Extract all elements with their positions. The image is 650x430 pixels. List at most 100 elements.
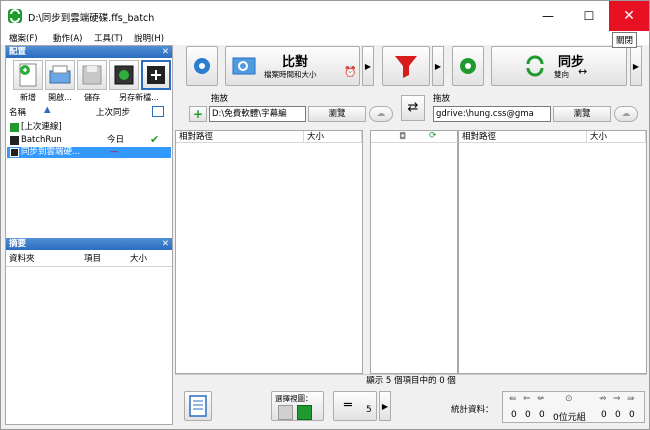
middle-action-grid[interactable]: ◘ ⟳ — [370, 130, 459, 374]
save-as-batch-selected-button[interactable] — [141, 60, 171, 90]
left-panel: 配置 ✕ 新增 開啟... 儲存 另存新檔... 名稱 ▲ 上次同步 [上次連線… — [5, 45, 173, 425]
batch-file-icon — [10, 136, 19, 145]
two-way-arrow-icon: ↔ — [578, 65, 588, 78]
clock-icon: ⏰ — [344, 67, 357, 78]
right-folder-path-input[interactable]: gdrive:\hung.css@gma — [433, 106, 551, 122]
config-row-last-sync: 今日 — [107, 135, 125, 145]
create-right-icon: ⇛ — [627, 394, 635, 404]
equals-icon: ═ — [344, 398, 352, 413]
right-browse-button[interactable]: 瀏覽 — [553, 106, 611, 122]
sync-config-icon — [10, 123, 19, 132]
save-as-batch-button[interactable] — [109, 60, 139, 90]
delete-right-icon: ⇏ — [599, 394, 607, 404]
left-drop-label: 拖放 — [211, 94, 229, 104]
save-config-label: 儲存 — [84, 93, 100, 102]
plus-icon: + — [192, 107, 204, 121]
swap-sides-button[interactable]: ⇄ — [401, 95, 425, 121]
compare-dropdown-arrow[interactable]: ▶ — [362, 46, 374, 86]
update-left-icon: ⇐ — [523, 394, 531, 404]
batch-file-icon — [10, 148, 19, 157]
compare-label: 比對 — [282, 55, 309, 70]
column-options-icon[interactable] — [152, 106, 164, 117]
view-count-dropdown-arrow[interactable]: ▶ — [379, 391, 391, 421]
status-line: 顯示 5 個項目中的 0 個 — [175, 374, 647, 386]
save-config-button[interactable] — [77, 60, 107, 90]
menu-tools[interactable]: 工具(T) — [94, 32, 123, 44]
config-panel-header: 配置 ✕ — [6, 46, 172, 58]
stats-label: 統計資料： — [451, 405, 494, 415]
cloud-icon: ☁ — [621, 109, 631, 119]
filter-button[interactable] — [382, 46, 430, 86]
view-count-button[interactable]: ═ 5 — [333, 391, 377, 421]
config-panel-title: 配置 — [9, 47, 27, 57]
stat-value: 0 — [615, 410, 621, 420]
config-row-selected[interactable]: 同步到雲端硬... — — [7, 147, 171, 158]
left-cloud-button[interactable]: ☁ — [369, 106, 393, 122]
data-icon: ⊙ — [565, 394, 573, 404]
config-row[interactable]: BatchRun 今日 ✔ — [7, 134, 171, 146]
right-file-grid[interactable]: 相對路徑 大小 — [458, 130, 647, 374]
col-items-header[interactable]: 項目 — [84, 253, 101, 265]
col-size-header[interactable]: 大小 — [130, 253, 147, 265]
window-title: D:\同步到雲端硬碟.ffs_batch — [28, 13, 155, 24]
col-name-header[interactable]: 名稱 — [9, 107, 26, 119]
sync-dropdown-arrow[interactable]: ▶ — [630, 46, 642, 86]
menu-file[interactable]: 檔案(F) — [9, 32, 38, 44]
cloud-icon: ☁ — [376, 109, 386, 119]
compare-settings-button[interactable] — [186, 46, 218, 86]
right-size-header[interactable]: 大小 — [587, 131, 646, 143]
right-cloud-button[interactable]: ☁ — [614, 106, 638, 122]
swap-icon: ⇄ — [407, 100, 419, 115]
menu-bar: 檔案(F) 動作(A) 工具(T) 說明(H) — [1, 31, 649, 45]
new-config-button[interactable] — [13, 60, 43, 90]
minimize-button[interactable]: — — [528, 1, 568, 31]
summary-divider — [6, 266, 172, 267]
app-window: D:\同步到雲端硬碟.ffs_batch — ☐ ✕ 關閉 檔案(F) 動作(A… — [0, 0, 650, 430]
close-tooltip: 關閉 — [612, 32, 638, 48]
left-rel-path-header[interactable]: 相對路徑 — [176, 131, 304, 143]
filter-dropdown-arrow[interactable]: ▶ — [432, 46, 444, 86]
maximize-button[interactable]: ☐ — [569, 1, 609, 31]
left-size-header[interactable]: 大小 — [304, 131, 362, 143]
title-bar: D:\同步到雲端硬碟.ffs_batch — ☐ ✕ — [1, 1, 649, 31]
select-view-label: 選擇視圖： — [275, 394, 313, 403]
right-rel-path-header[interactable]: 相對路徑 — [459, 131, 587, 143]
summary-panel-title: 摘要 — [9, 239, 27, 249]
view-count: 5 — [366, 405, 372, 415]
config-row-name: 同步到雲端硬... — [21, 147, 81, 157]
close-button[interactable]: ✕ — [609, 1, 649, 31]
sort-up-icon: ▲ — [44, 105, 51, 115]
stat-value: 0 — [601, 410, 607, 420]
left-browse-button[interactable]: 瀏覽 — [308, 106, 366, 122]
compare-button[interactable]: 比對 檔案時間和大小 ⏰ — [225, 46, 360, 86]
middle-grid-header — [371, 131, 459, 143]
stats-panel: ⇚ ⇐ ⇍ ⊙ ⇏ ⇒ ⇛ 0 0 0 0位元組 0 0 0 — [502, 391, 645, 423]
summary-panel-close-icon[interactable]: ✕ — [162, 238, 169, 250]
sync-sub-label: 雙向 — [554, 70, 569, 79]
main-area: 比對 檔案時間和大小 ⏰ ▶ ▶ 同步 雙向 ↔ ▶ 拖放 + D:\免費軟體\… — [175, 45, 647, 427]
menu-action[interactable]: 動作(A) — [53, 32, 82, 44]
view-folder-icon[interactable] — [278, 405, 293, 420]
col-folder-header[interactable]: 資料夾 — [9, 253, 35, 265]
left-folder-path-input[interactable]: D:\免費軟體\字幕編 — [209, 106, 306, 122]
sync-settings-button[interactable] — [452, 46, 484, 86]
config-row[interactable]: [上次連線] — [7, 122, 171, 133]
open-config-label: 開啟... — [48, 93, 72, 102]
col-last-sync-header[interactable]: 上次同步 — [96, 107, 130, 119]
open-config-button[interactable] — [45, 60, 75, 90]
view-list-button[interactable] — [184, 391, 212, 421]
stat-value: 0 — [525, 410, 531, 420]
add-folder-pair-button[interactable]: + — [189, 106, 207, 122]
stat-value: 0 — [539, 410, 545, 420]
app-icon — [8, 9, 22, 23]
left-file-grid[interactable]: 相對路徑 大小 — [175, 130, 363, 374]
view-sync-icon[interactable] — [297, 405, 312, 420]
sync-button[interactable]: 同步 雙向 ↔ — [491, 46, 627, 86]
right-drop-label: 拖放 — [433, 94, 451, 104]
stat-value: 0 — [629, 410, 635, 420]
config-row-name: [上次連線] — [21, 122, 62, 132]
config-row-last-sync: — — [110, 147, 119, 157]
menu-help[interactable]: 說明(H) — [134, 32, 164, 44]
config-panel-close-icon[interactable]: ✕ — [162, 46, 169, 58]
new-config-label: 新增 — [20, 93, 36, 102]
